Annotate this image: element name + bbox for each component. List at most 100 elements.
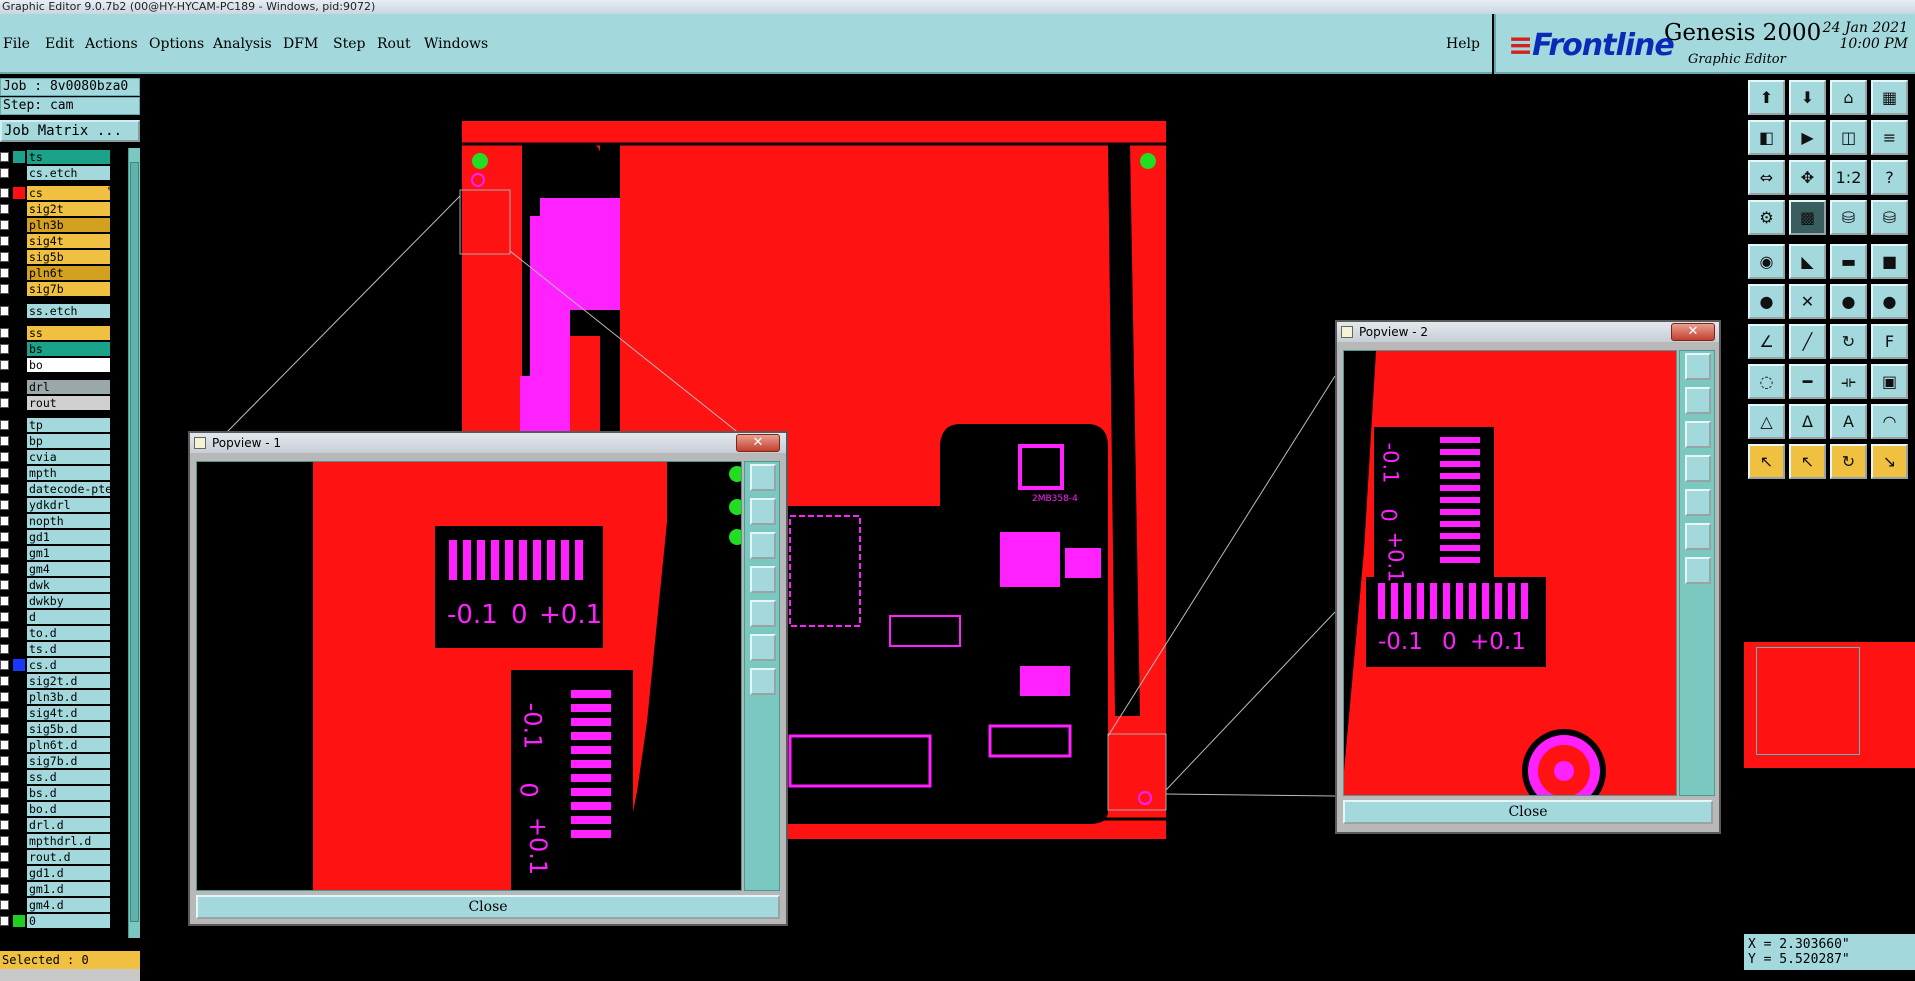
popview-1-view[interactable]: -0.1 0 +0.1 -0.1 0 +0.1 xyxy=(196,461,742,891)
fit-arc-icon[interactable]: ◠ xyxy=(1871,404,1908,439)
job-matrix-button[interactable]: Job Matrix ... xyxy=(0,120,140,142)
popview-zoom-out-icon[interactable] xyxy=(750,668,776,695)
dash-icon[interactable]: ━ xyxy=(1789,364,1826,399)
triangle-icon[interactable]: △ xyxy=(1748,404,1785,439)
layer-checkbox[interactable] xyxy=(0,484,9,494)
group-icon[interactable]: ▣ xyxy=(1871,364,1908,399)
layer-checkbox[interactable] xyxy=(0,328,9,338)
layer-row[interactable]: sig5b xyxy=(0,250,128,264)
scroll-thumb[interactable] xyxy=(130,162,139,922)
layer-name[interactable]: sig4t.d xyxy=(27,706,110,720)
popview-pan-up-icon[interactable] xyxy=(1685,387,1711,414)
layer-name[interactable]: sig5b xyxy=(27,250,110,264)
window-icon[interactable]: ▦ xyxy=(1871,80,1908,115)
layer-row[interactable]: cs ✎ ■ xyxy=(0,186,128,200)
layer-checkbox[interactable] xyxy=(0,360,9,370)
layer-name[interactable]: ts.d xyxy=(27,642,110,656)
layer-name[interactable]: mpthdrl.d xyxy=(27,834,110,848)
layer-name[interactable]: d xyxy=(27,610,110,624)
layer-row[interactable]: pln3b xyxy=(0,218,128,232)
layer-row[interactable]: rout.d xyxy=(0,850,128,864)
menu-analysis[interactable]: Analysis xyxy=(213,36,272,52)
layer-checkbox[interactable] xyxy=(0,268,9,278)
layer-name[interactable]: cs.d xyxy=(27,658,110,672)
layer-checkbox[interactable] xyxy=(0,564,9,574)
arrow-icon[interactable]: Δ xyxy=(1789,404,1826,439)
connect-icon[interactable]: ● xyxy=(1830,284,1867,319)
layer-name[interactable]: cs.etch xyxy=(27,166,110,180)
right-icon[interactable]: ▶ xyxy=(1789,120,1826,155)
select-icon[interactable]: ↖ xyxy=(1789,444,1826,479)
layer-name[interactable]: drl.d xyxy=(27,818,110,832)
layer-checkbox[interactable] xyxy=(0,382,9,392)
layer-name[interactable]: bp xyxy=(27,434,110,448)
popview-pan-down-icon[interactable] xyxy=(1685,421,1711,448)
layer-name[interactable]: bo.d xyxy=(27,802,110,816)
layer-row[interactable]: cvia xyxy=(0,450,128,464)
layer-checkbox[interactable] xyxy=(0,168,9,178)
layer-checkbox[interactable] xyxy=(0,236,9,246)
layer-row[interactable]: drl xyxy=(0,380,128,394)
layer-checkbox[interactable] xyxy=(0,532,9,542)
layer-checkbox[interactable] xyxy=(0,580,9,590)
layer-checkbox[interactable] xyxy=(0,452,9,462)
layer-row[interactable]: sig2t.d xyxy=(0,674,128,688)
popview-1-close-icon[interactable]: ✕ xyxy=(736,434,780,452)
layer-name[interactable]: mpth xyxy=(27,466,110,480)
layer-checkbox[interactable] xyxy=(0,204,9,214)
layer-row[interactable]: sig4t xyxy=(0,234,128,248)
menu-actions[interactable]: Actions xyxy=(85,36,138,52)
layer-checkbox[interactable] xyxy=(0,708,9,718)
layer-checkbox[interactable] xyxy=(0,220,9,230)
popview-pan-down-icon[interactable] xyxy=(750,532,776,559)
layer-checkbox[interactable] xyxy=(0,306,9,316)
layer-name[interactable]: pln6t.d xyxy=(27,738,110,752)
layer-row[interactable]: nopth xyxy=(0,514,128,528)
layer-name[interactable]: dwkby xyxy=(27,594,110,608)
layer-red-icon[interactable]: ⛁ xyxy=(1871,200,1908,235)
overview-frame[interactable] xyxy=(1756,647,1860,755)
angle-icon[interactable]: ∠ xyxy=(1748,324,1785,359)
pan-icon[interactable]: ◫ xyxy=(1830,120,1867,155)
layer-name[interactable]: gm4.d xyxy=(27,898,110,912)
layer-checkbox[interactable] xyxy=(0,420,9,430)
popview-pan-right-icon[interactable] xyxy=(750,600,776,627)
layer-checkbox[interactable] xyxy=(0,916,9,926)
layer-name[interactable]: ss.etch xyxy=(27,304,110,318)
ruler-icon[interactable]: ▬ xyxy=(1830,244,1867,279)
menu-edit[interactable]: Edit xyxy=(45,36,74,52)
layer-row[interactable]: gm4 xyxy=(0,562,128,576)
layer-row[interactable]: mpthdrl.d xyxy=(0,834,128,848)
arch-icon[interactable]: A xyxy=(1830,404,1867,439)
layer-row[interactable]: gd1 ✎ xyxy=(0,530,128,544)
layer-checkbox[interactable] xyxy=(0,660,9,670)
layer-name[interactable]: dwk xyxy=(27,578,110,592)
popview-1-close-button[interactable]: Close xyxy=(196,895,780,919)
layer-checkbox[interactable] xyxy=(0,740,9,750)
layer-name[interactable]: sig2t xyxy=(27,202,110,216)
layer-name[interactable]: pln6t xyxy=(27,266,110,280)
layer-checkbox[interactable] xyxy=(0,500,9,510)
popview-zoom-icon[interactable] xyxy=(1685,353,1711,380)
layer-name[interactable]: bs xyxy=(27,342,110,356)
layer-name[interactable]: ss xyxy=(27,326,110,340)
layer-checkbox[interactable] xyxy=(0,436,9,446)
layer-name[interactable]: gd1 xyxy=(27,530,110,544)
popview-2-close-icon[interactable]: ✕ xyxy=(1671,323,1715,341)
layer-row[interactable]: datecode-pte xyxy=(0,482,128,496)
split-icon[interactable]: ⟛ xyxy=(1830,364,1867,399)
layer-name[interactable]: bo xyxy=(27,358,110,372)
layer-row[interactable]: tp xyxy=(0,418,128,432)
layer-checkbox[interactable] xyxy=(0,152,9,162)
layer-row[interactable]: ss.etch xyxy=(0,304,128,318)
layer-row[interactable]: drl.d xyxy=(0,818,128,832)
layer-checkbox[interactable] xyxy=(0,398,9,408)
layer-checkbox[interactable] xyxy=(0,900,9,910)
popview-zoom-out-icon[interactable] xyxy=(1685,557,1711,584)
layer-row[interactable]: cs.d ✎ xyxy=(0,658,128,672)
layer-checkbox[interactable] xyxy=(0,596,9,606)
popview-zoom-in-icon[interactable] xyxy=(1685,523,1711,550)
layer-checkbox[interactable] xyxy=(0,344,9,354)
layer-checkbox[interactable] xyxy=(0,468,9,478)
layer-row[interactable]: pln3b.d xyxy=(0,690,128,704)
